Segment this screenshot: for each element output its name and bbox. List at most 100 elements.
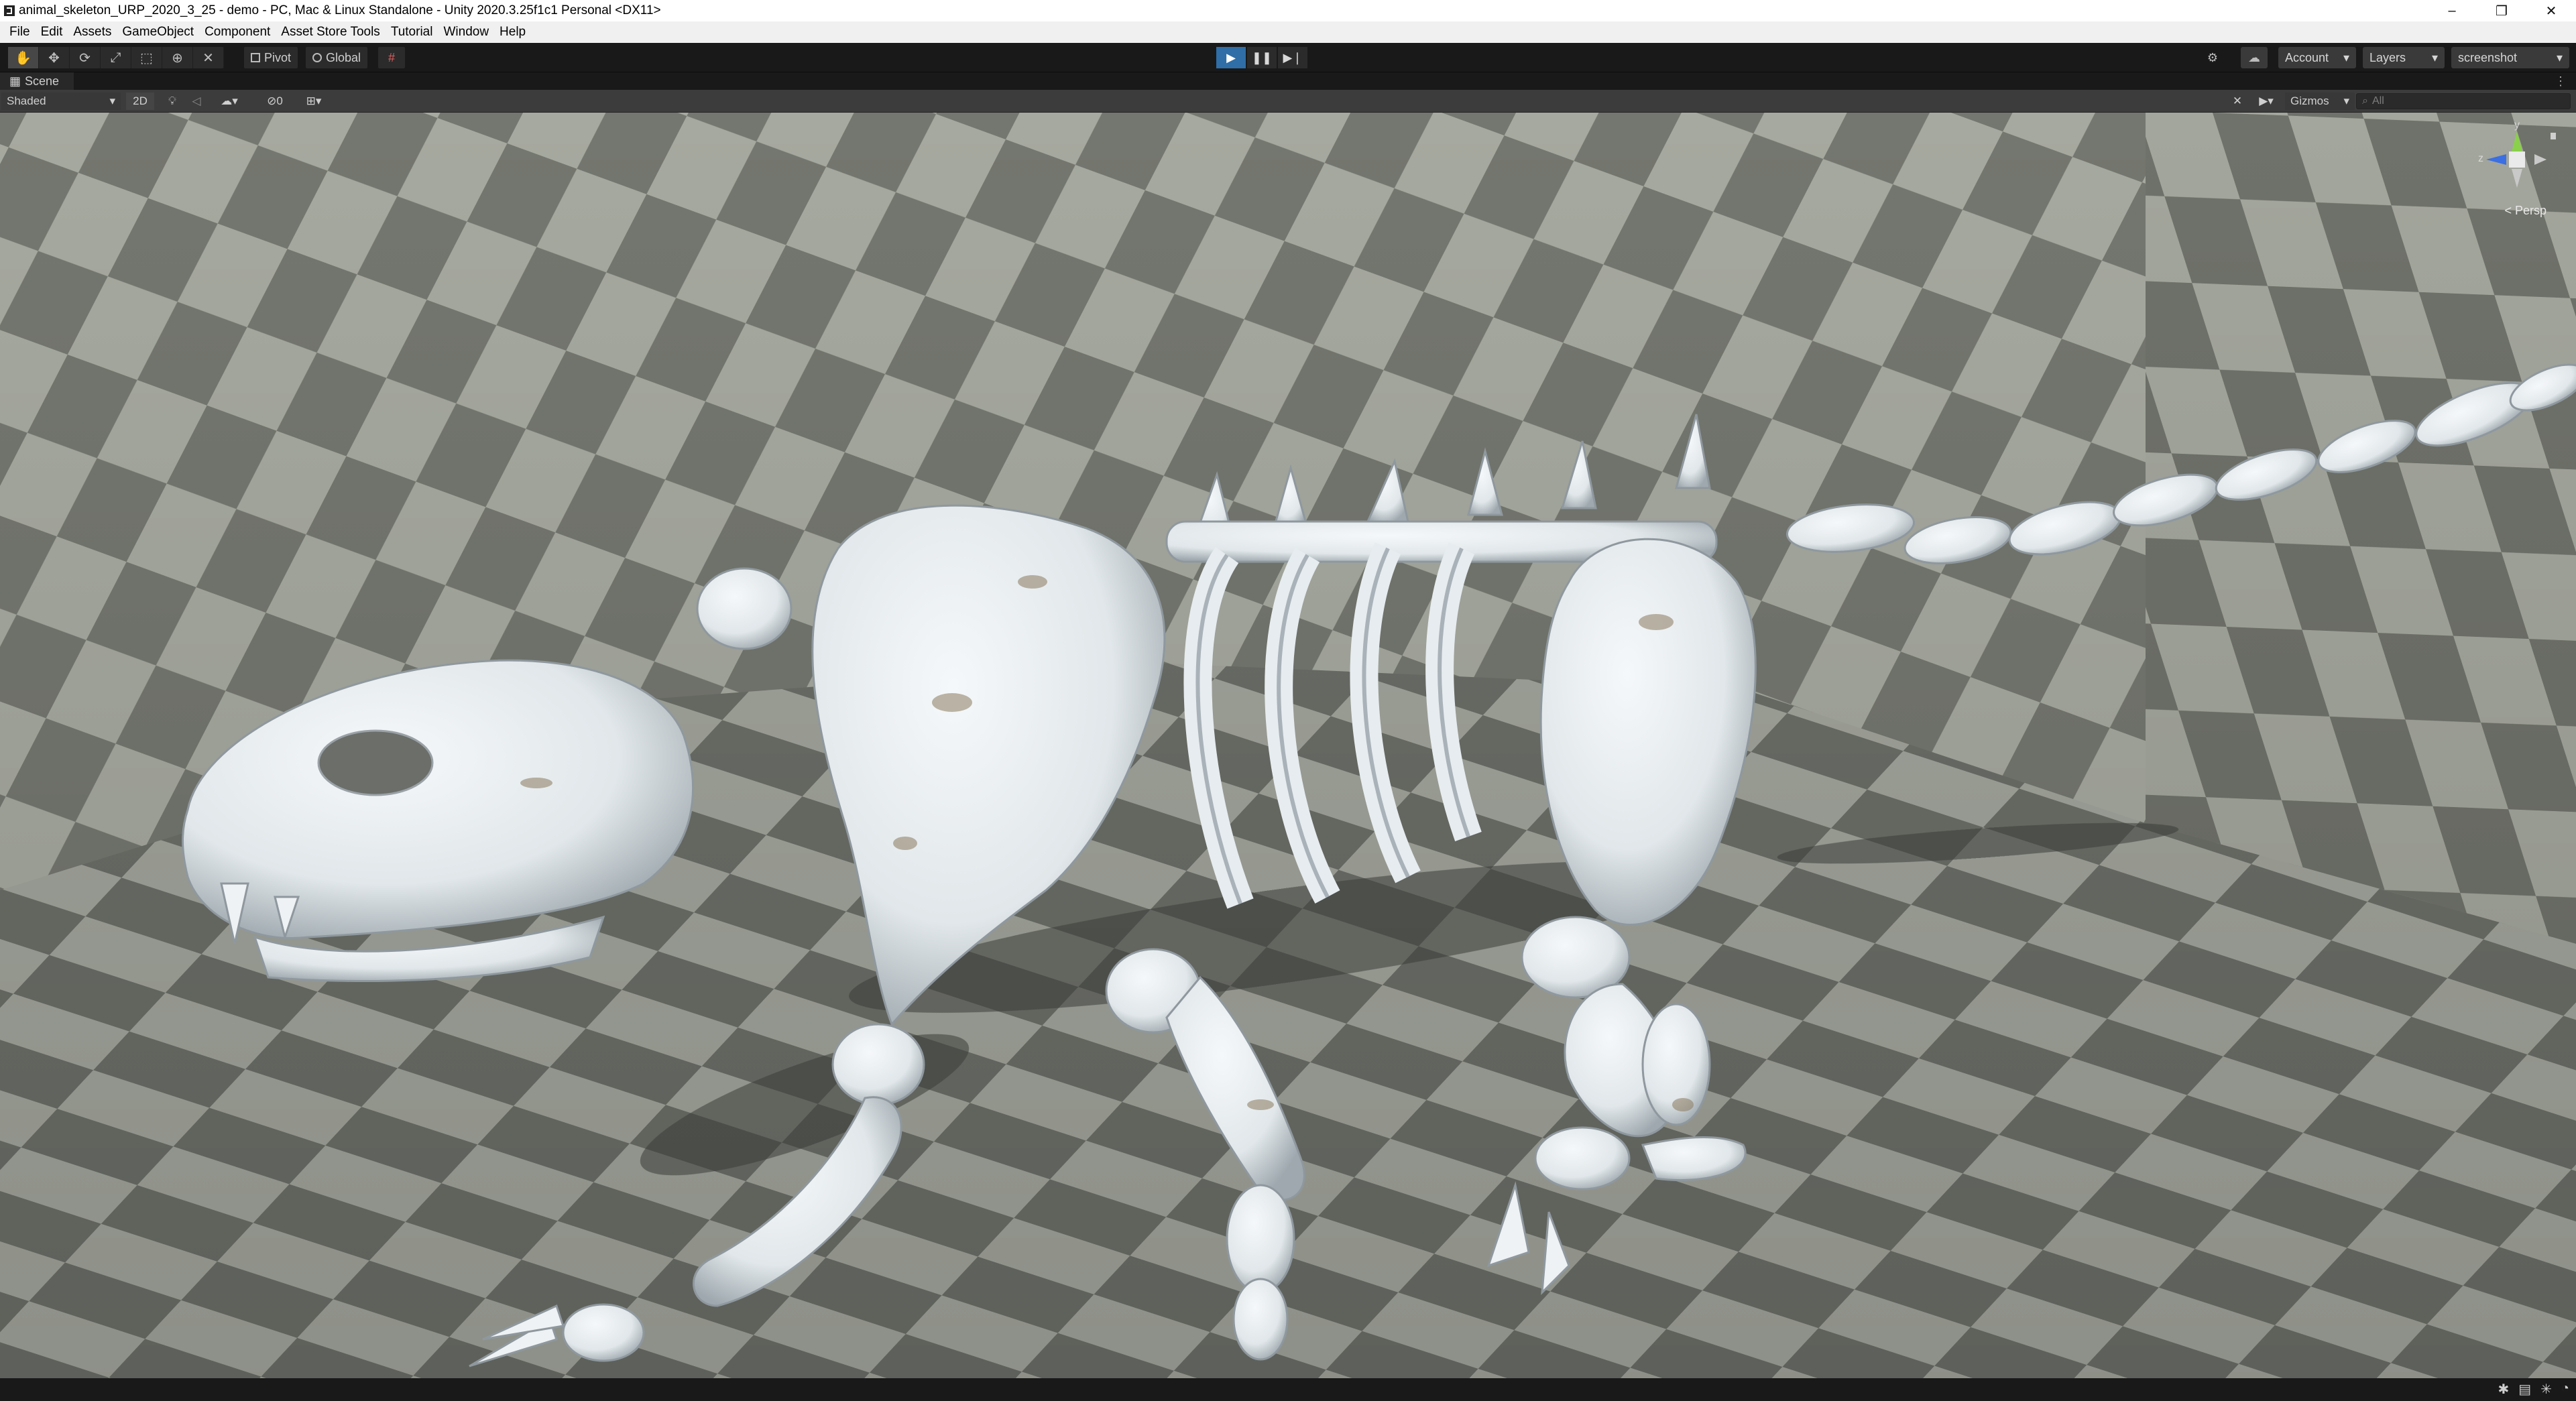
lighting-icon[interactable]: ✳	[2540, 1381, 2552, 1398]
rect-tool-button[interactable]: ⬚	[131, 47, 162, 68]
play-button[interactable]: ▶	[1216, 47, 1246, 68]
cloud-icon[interactable]: ☁	[2241, 47, 2268, 68]
neg-y-axis-cone[interactable]	[2512, 169, 2522, 188]
tab-scene[interactable]: ▦ Scene	[0, 72, 74, 90]
unity-logo-icon	[4, 5, 15, 16]
gizmo-y-label: y	[2514, 119, 2520, 131]
menu-file[interactable]: File	[4, 25, 36, 40]
wrench-icon: ✕	[2232, 95, 2243, 107]
pivot-label: Pivot	[264, 50, 292, 64]
light-bulb-icon: 💡︎	[168, 95, 176, 107]
hidden-count: 0	[276, 95, 283, 107]
chevron-down-icon: ▾	[2556, 50, 2563, 64]
main-toolbar: ✋ ✥ ⟳ ⤢ ⬚ ⊕ ✕ Pivot Global # ▶ ❚❚ ▶❘ ⚙ ☁…	[0, 43, 2576, 72]
scene-viewport[interactable]: y z < Persp	[0, 113, 2576, 1378]
scene-search-field[interactable]: ⌕ All	[2356, 93, 2571, 109]
search-icon: ⌕	[2362, 95, 2368, 107]
package-icon[interactable]: ▤	[2518, 1381, 2531, 1398]
rotate-tool-button[interactable]: ⟳	[70, 47, 101, 68]
transform-tools: ✋ ✥ ⟳ ⤢ ⬚ ⊕ ✕	[8, 47, 224, 68]
effects-icon: ☁	[221, 95, 233, 107]
speaker-icon: ◁	[192, 95, 201, 107]
status-icon[interactable]: ◔	[2561, 1381, 2569, 1398]
gizmo-center-cube[interactable]	[2509, 151, 2525, 168]
account-label: Account	[2285, 50, 2329, 64]
bug-icon[interactable]: ✱	[2498, 1381, 2509, 1398]
projection-toggle[interactable]: < Persp	[2504, 204, 2546, 218]
menu-tutorial[interactable]: Tutorial	[386, 25, 438, 40]
pause-button[interactable]: ❚❚	[1247, 47, 1277, 68]
menu-help[interactable]: Help	[494, 25, 531, 40]
menu-assets[interactable]: Assets	[68, 25, 117, 40]
scene-view-toolbar: Shaded ▾ 2D 💡︎ ◁ ☁ ▾ ⊘ 0 ⊞ ▾ ✕ ▶ ▾ Gizmo…	[0, 90, 2576, 113]
search-placeholder: All	[2372, 95, 2384, 107]
scene-tab-icon: ▦	[9, 74, 21, 88]
grid-snap-button[interactable]: #	[378, 47, 405, 68]
gizmo-lock-icon[interactable]	[2551, 133, 2556, 139]
menu-gameobject[interactable]: GameObject	[117, 25, 199, 40]
tools-icon[interactable]: ✕	[2227, 93, 2247, 110]
camera-dropdown[interactable]: ▶ ▾	[2251, 93, 2281, 110]
window-title: animal_skeleton_URP_2020_3_25 - demo - P…	[19, 3, 661, 17]
chevron-down-icon: ▾	[2343, 50, 2349, 64]
z-axis-cone[interactable]	[2486, 154, 2506, 165]
layers-label: Layers	[2369, 50, 2406, 64]
move-tool-button[interactable]: ✥	[39, 47, 70, 68]
chevron-down-icon: ▾	[2343, 95, 2349, 107]
title-bar: animal_skeleton_URP_2020_3_25 - demo - P…	[0, 0, 2576, 21]
pivot-toggle[interactable]: Pivot	[244, 47, 298, 68]
play-controls: ▶ ❚❚ ▶❘	[1216, 47, 1307, 68]
audio-toggle[interactable]: ◁	[188, 93, 205, 110]
effects-dropdown[interactable]: ☁ ▾	[212, 93, 247, 110]
grid-dropdown[interactable]: ⊞ ▾	[295, 93, 333, 110]
scene-tab-strip: ▦ Scene ⋮	[0, 72, 2576, 90]
menu-bar: File Edit Assets GameObject Component As…	[0, 21, 2576, 43]
chevron-down-icon: ▾	[2431, 50, 2438, 64]
camera-icon: ▶	[2259, 95, 2268, 107]
scene-tab-label: Scene	[25, 74, 60, 88]
2d-toggle[interactable]: 2D	[126, 93, 154, 110]
tab-menu-icon[interactable]: ⋮	[2555, 72, 2567, 90]
global-label: Global	[326, 50, 361, 64]
draw-mode-label: Shaded	[7, 95, 46, 107]
lighting-toggle[interactable]: 💡︎	[164, 93, 181, 110]
gizmos-label: Gizmos	[2290, 95, 2329, 107]
account-dropdown[interactable]: Account ▾	[2278, 47, 2356, 68]
custom-tool-button[interactable]: ✕	[193, 47, 224, 68]
close-button[interactable]: ✕	[2526, 0, 2576, 21]
layout-dropdown[interactable]: screenshot ▾	[2451, 47, 2569, 68]
gizmos-dropdown[interactable]: Gizmos ▾	[2285, 93, 2355, 110]
collab-settings-icon[interactable]: ⚙	[2199, 47, 2226, 68]
status-bar: ✱ ▤ ✳ ◔	[0, 1378, 2576, 1401]
step-button[interactable]: ▶❘	[1278, 47, 1307, 68]
menu-edit[interactable]: Edit	[36, 25, 68, 40]
global-icon	[312, 53, 322, 62]
draw-mode-dropdown[interactable]: Shaded ▾	[1, 93, 121, 110]
grid-snap-icon: #	[388, 50, 395, 64]
chevron-down-icon: ▾	[232, 95, 238, 107]
pivot-icon	[251, 53, 260, 62]
gizmo-z-label: z	[2478, 153, 2483, 164]
chevron-down-icon: ▾	[2268, 95, 2274, 107]
maximize-button[interactable]: ❐	[2477, 0, 2526, 21]
scale-tool-button[interactable]: ⤢	[101, 47, 131, 68]
hidden-objects-toggle[interactable]: ⊘ 0	[256, 93, 294, 110]
menu-window[interactable]: Window	[438, 25, 494, 40]
minimize-button[interactable]: –	[2427, 0, 2477, 21]
eye-off-icon: ⊘	[267, 95, 277, 107]
scene-render	[0, 113, 2576, 1378]
transform-tool-button[interactable]: ⊕	[162, 47, 193, 68]
y-axis-cone[interactable]	[2512, 131, 2522, 151]
chevron-down-icon: ▾	[315, 95, 322, 107]
window-controls: – ❐ ✕	[2427, 0, 2576, 21]
grid-icon: ⊞	[306, 95, 316, 107]
2d-label: 2D	[133, 95, 148, 107]
menu-asset-store-tools[interactable]: Asset Store Tools	[276, 25, 386, 40]
layout-label: screenshot	[2458, 50, 2518, 64]
x-axis-cone[interactable]	[2534, 154, 2546, 165]
menu-component[interactable]: Component	[199, 25, 276, 40]
layers-dropdown[interactable]: Layers ▾	[2363, 47, 2445, 68]
hand-tool-button[interactable]: ✋	[8, 47, 39, 68]
global-toggle[interactable]: Global	[306, 47, 368, 68]
chevron-down-icon: ▾	[109, 95, 115, 107]
